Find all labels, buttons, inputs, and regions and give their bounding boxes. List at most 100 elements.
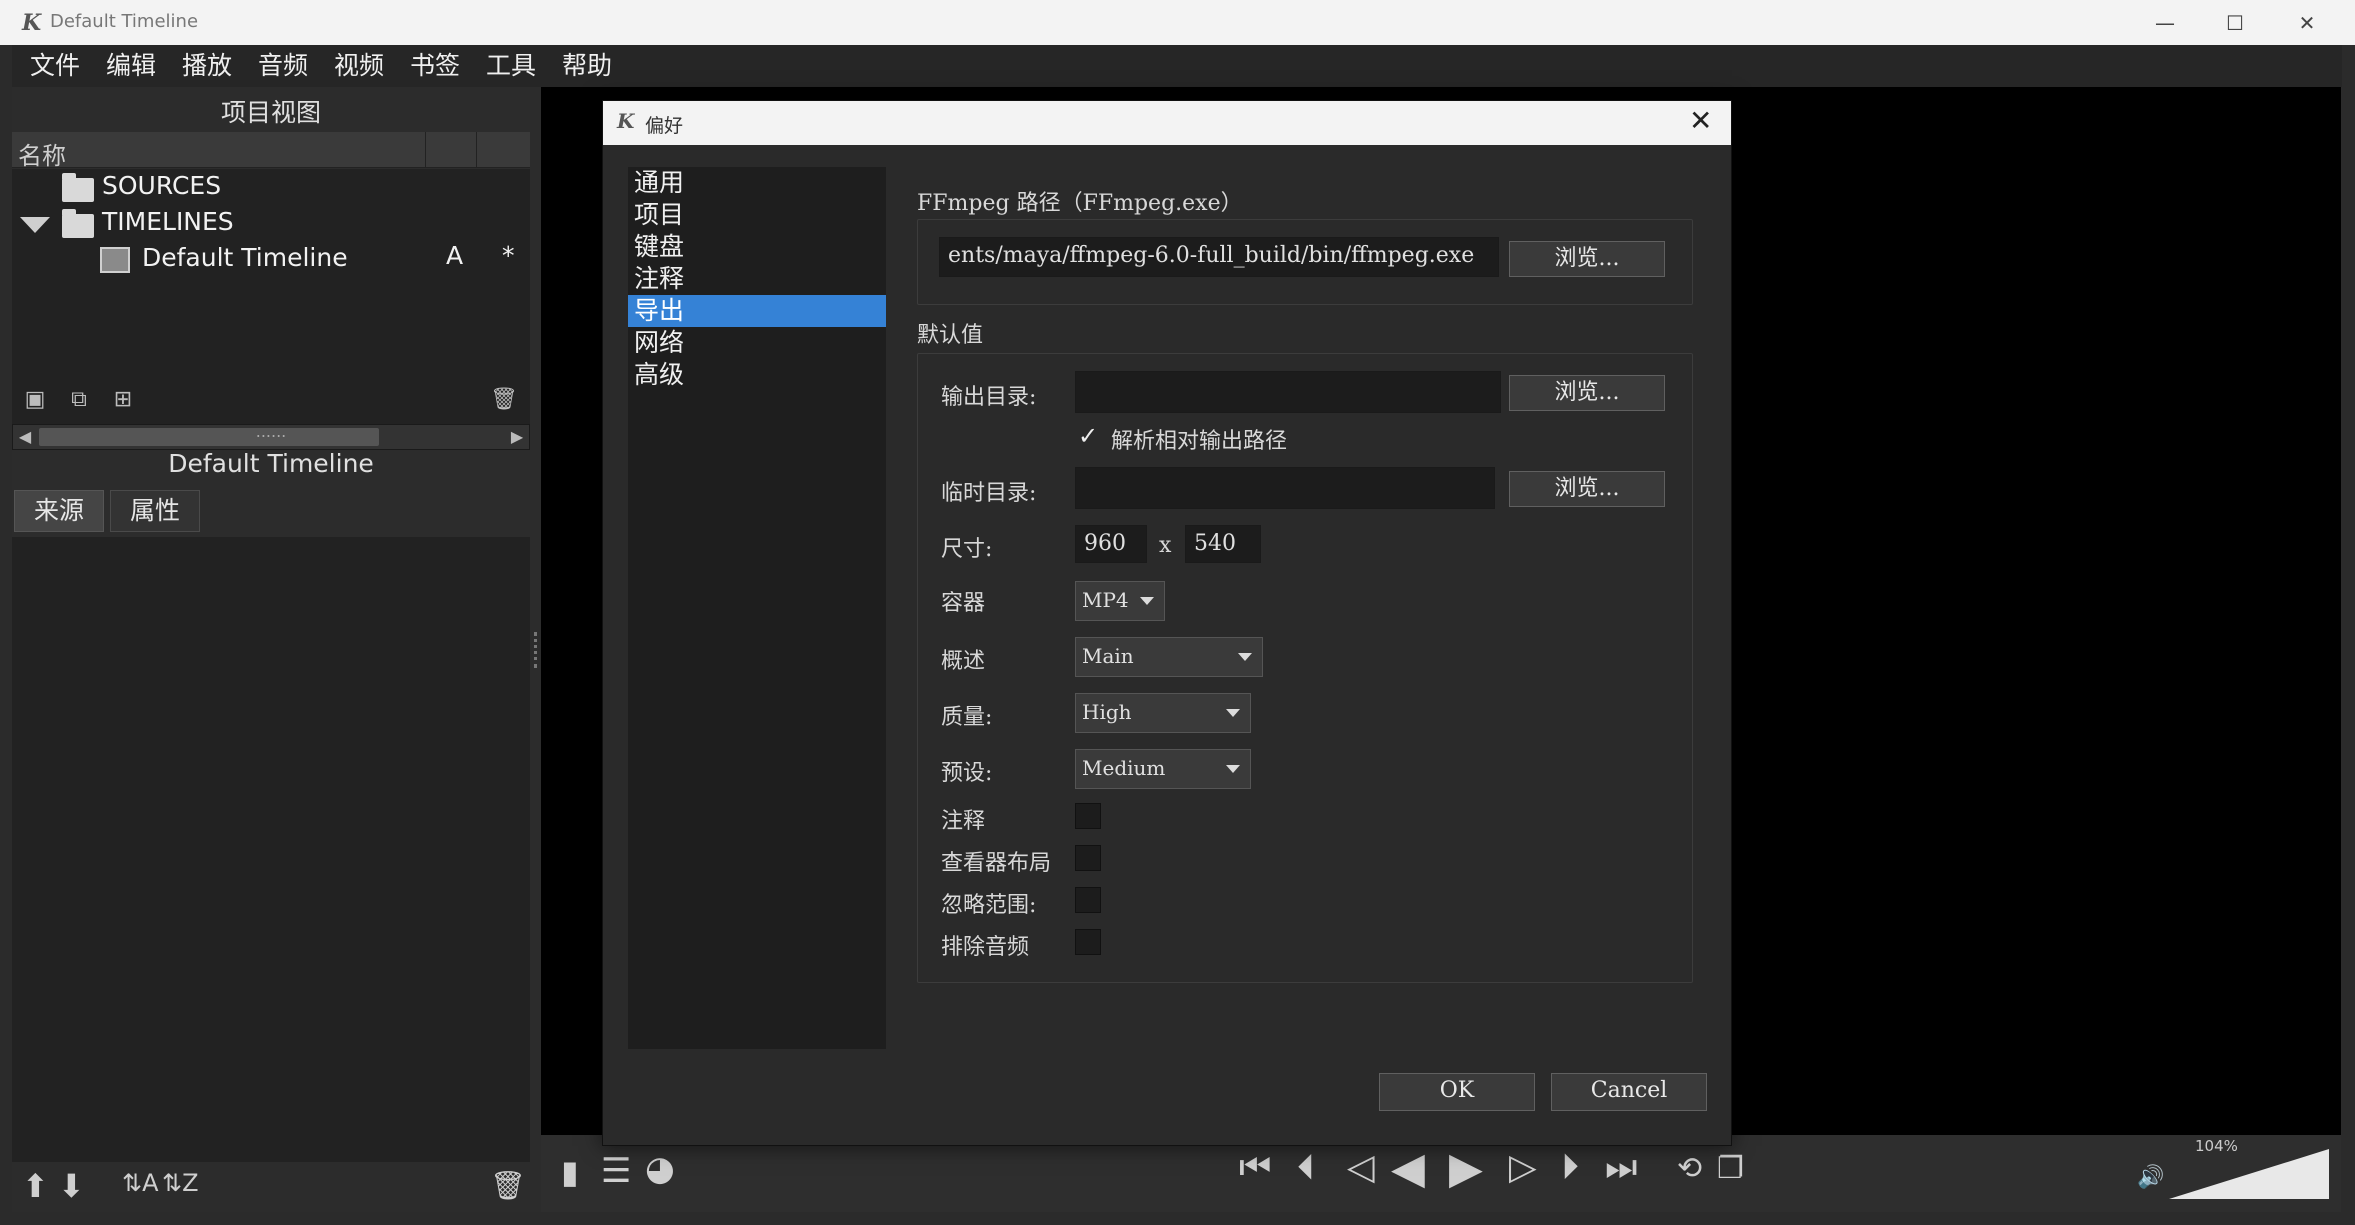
preferences-dialog: K 偏好 ✕ 通用 项目 键盘 注释 导出 网络 高级 FFmpeg 路径（FF…	[602, 100, 1732, 1146]
drag-handle[interactable]: ......	[12, 422, 530, 441]
size-label: 尺寸:	[941, 537, 993, 562]
category-project[interactable]: 项目	[628, 199, 886, 231]
height-input[interactable]: 540	[1185, 525, 1261, 563]
container-label: 容器	[941, 591, 986, 616]
quality-label: 质量:	[941, 705, 993, 730]
ffmpeg-browse-button[interactable]: 浏览...	[1509, 241, 1665, 277]
app-window: K Default Timeline — ☐ ✕ 文件 编辑 播放 音频 视频 …	[0, 0, 2355, 1225]
category-network[interactable]: 网络	[628, 327, 886, 359]
palette-icon[interactable]: ◕	[645, 1149, 675, 1189]
window-title: Default Timeline	[50, 11, 199, 32]
output-dir-browse-button[interactable]: 浏览...	[1509, 375, 1665, 411]
category-keyboard[interactable]: 键盘	[628, 231, 886, 263]
new-folder-icon[interactable]: ▣	[22, 387, 48, 413]
container-select[interactable]: MP4	[1075, 581, 1165, 621]
menu-bar: 文件 编辑 播放 音频 视频 书签 工具 帮助	[12, 45, 2342, 87]
volume-icon[interactable]: 🔊	[2137, 1165, 2164, 1190]
width-input[interactable]: 960	[1075, 525, 1147, 563]
volume-slider[interactable]	[2169, 1149, 2329, 1199]
menu-edit[interactable]: 编辑	[106, 45, 156, 87]
transport-bar: ▮ ☰ ◕ ⏮ ⏴ ◁ ◀ ▶ ▷ ⏵ ⏭ ⟲ ❐ 🔊 104%	[541, 1135, 2341, 1212]
tree-item-label: SOURCES	[102, 171, 222, 200]
title-bar: K Default Timeline — ☐ ✕	[0, 0, 2355, 45]
dialog-title-bar: K 偏好 ✕	[603, 101, 1731, 145]
tree-item-modified-flag: *	[502, 241, 515, 270]
tree-item-timelines[interactable]: TIMELINES	[12, 205, 530, 241]
preset-label: 预设:	[941, 761, 993, 786]
loop-icon[interactable]: ⟲	[1677, 1151, 1702, 1186]
ffmpeg-path-input[interactable]: ents/maya/ffmpeg-6.0-full_build/bin/ffmp…	[939, 237, 1499, 277]
category-advanced[interactable]: 高级	[628, 359, 886, 391]
previous-frame-icon[interactable]: ⏴	[1297, 1147, 1315, 1189]
sort-za-icon[interactable]: ⇅Z	[162, 1169, 199, 1197]
tab-properties[interactable]: 属性	[110, 490, 200, 532]
splitter-grip-icon	[534, 632, 537, 668]
category-export[interactable]: 导出	[628, 295, 886, 327]
size-separator: x	[1159, 533, 1172, 558]
column-name-header[interactable]: 名称	[18, 136, 66, 171]
column-divider	[476, 132, 477, 168]
menu-video[interactable]: 视频	[334, 45, 384, 87]
tab-sources[interactable]: 来源	[14, 490, 104, 532]
add-items-icon[interactable]: ⧉	[66, 387, 92, 413]
category-annotations[interactable]: 注释	[628, 263, 886, 295]
quality-select[interactable]: High	[1075, 693, 1251, 733]
profile-select[interactable]: Main	[1075, 637, 1263, 677]
menu-file[interactable]: 文件	[30, 45, 80, 87]
menu-help[interactable]: 帮助	[562, 45, 612, 87]
trash-icon[interactable]: 🗑	[490, 1169, 526, 1202]
chevron-down-icon	[1140, 597, 1154, 605]
expand-arrow-icon[interactable]	[20, 217, 50, 233]
preset-select[interactable]: Medium	[1075, 749, 1251, 789]
chevron-down-icon	[1226, 765, 1240, 773]
ok-button[interactable]: OK	[1379, 1073, 1535, 1111]
selected-item-name: Default Timeline	[168, 449, 374, 478]
ffmpeg-path-label: FFmpeg 路径（FFmpeg.exe）	[917, 191, 1243, 216]
fullscreen-icon[interactable]: ❐	[1717, 1151, 1744, 1186]
column-divider	[425, 132, 426, 168]
menu-bookmarks[interactable]: 书签	[410, 45, 460, 87]
ignore-range-checkbox[interactable]	[1075, 887, 1101, 913]
cancel-button[interactable]: Cancel	[1551, 1073, 1707, 1111]
menu-audio[interactable]: 音频	[258, 45, 308, 87]
resolve-relative-checkbox[interactable]: ✓	[1075, 423, 1101, 449]
menu-play[interactable]: 播放	[182, 45, 232, 87]
next-frame-icon[interactable]: ⏵	[1561, 1147, 1579, 1189]
maximize-button[interactable]: ☐	[2200, 0, 2270, 45]
play-icon[interactable]: ▶	[1449, 1143, 1483, 1194]
list-icon[interactable]: ☰	[601, 1151, 631, 1191]
notes-checkbox[interactable]	[1075, 803, 1101, 829]
category-general[interactable]: 通用	[628, 167, 886, 199]
sort-az-icon[interactable]: ⇅A	[122, 1169, 159, 1197]
app-logo-icon: K	[617, 109, 635, 133]
app-logo-icon: K	[22, 10, 42, 36]
timeline-icon	[100, 247, 130, 273]
play-reverse-icon[interactable]: ◀	[1391, 1143, 1425, 1194]
panel-splitter[interactable]	[530, 87, 541, 1212]
go-to-start-icon[interactable]: ⏮	[1239, 1147, 1271, 1189]
new-item-icon[interactable]: ⊞	[110, 387, 136, 413]
minimize-button[interactable]: —	[2130, 0, 2200, 45]
output-dir-input[interactable]	[1075, 371, 1501, 413]
preset-value: Medium	[1082, 756, 1166, 780]
tree-item-sources[interactable]: SOURCES	[12, 169, 530, 205]
tree-item-default-timeline[interactable]: Default Timeline A *	[12, 241, 530, 277]
viewer-layout-checkbox[interactable]	[1075, 845, 1101, 871]
layout-icon[interactable]: ▮	[561, 1153, 579, 1191]
temp-dir-browse-button[interactable]: 浏览...	[1509, 471, 1665, 507]
step-forward-icon[interactable]: ▷	[1509, 1147, 1537, 1188]
defaults-label: 默认值	[917, 323, 984, 348]
project-panel: 项目视图 名称 SOURCES TIMELINES Default Timeli…	[12, 87, 530, 1212]
step-back-icon[interactable]: ◁	[1347, 1147, 1375, 1188]
temp-dir-input[interactable]	[1075, 467, 1495, 509]
dialog-close-icon[interactable]: ✕	[1689, 104, 1712, 137]
trash-icon[interactable]: 🗑	[490, 387, 518, 413]
move-up-icon[interactable]: ⬆	[22, 1167, 49, 1205]
move-down-icon[interactable]: ⬇	[58, 1167, 85, 1205]
menu-tools[interactable]: 工具	[486, 45, 536, 87]
container-value: MP4	[1082, 588, 1129, 612]
exclude-audio-checkbox[interactable]	[1075, 929, 1101, 955]
close-button[interactable]: ✕	[2272, 0, 2342, 45]
go-to-end-icon[interactable]: ⏭	[1605, 1147, 1637, 1189]
project-view-title: 项目视图	[220, 98, 321, 127]
